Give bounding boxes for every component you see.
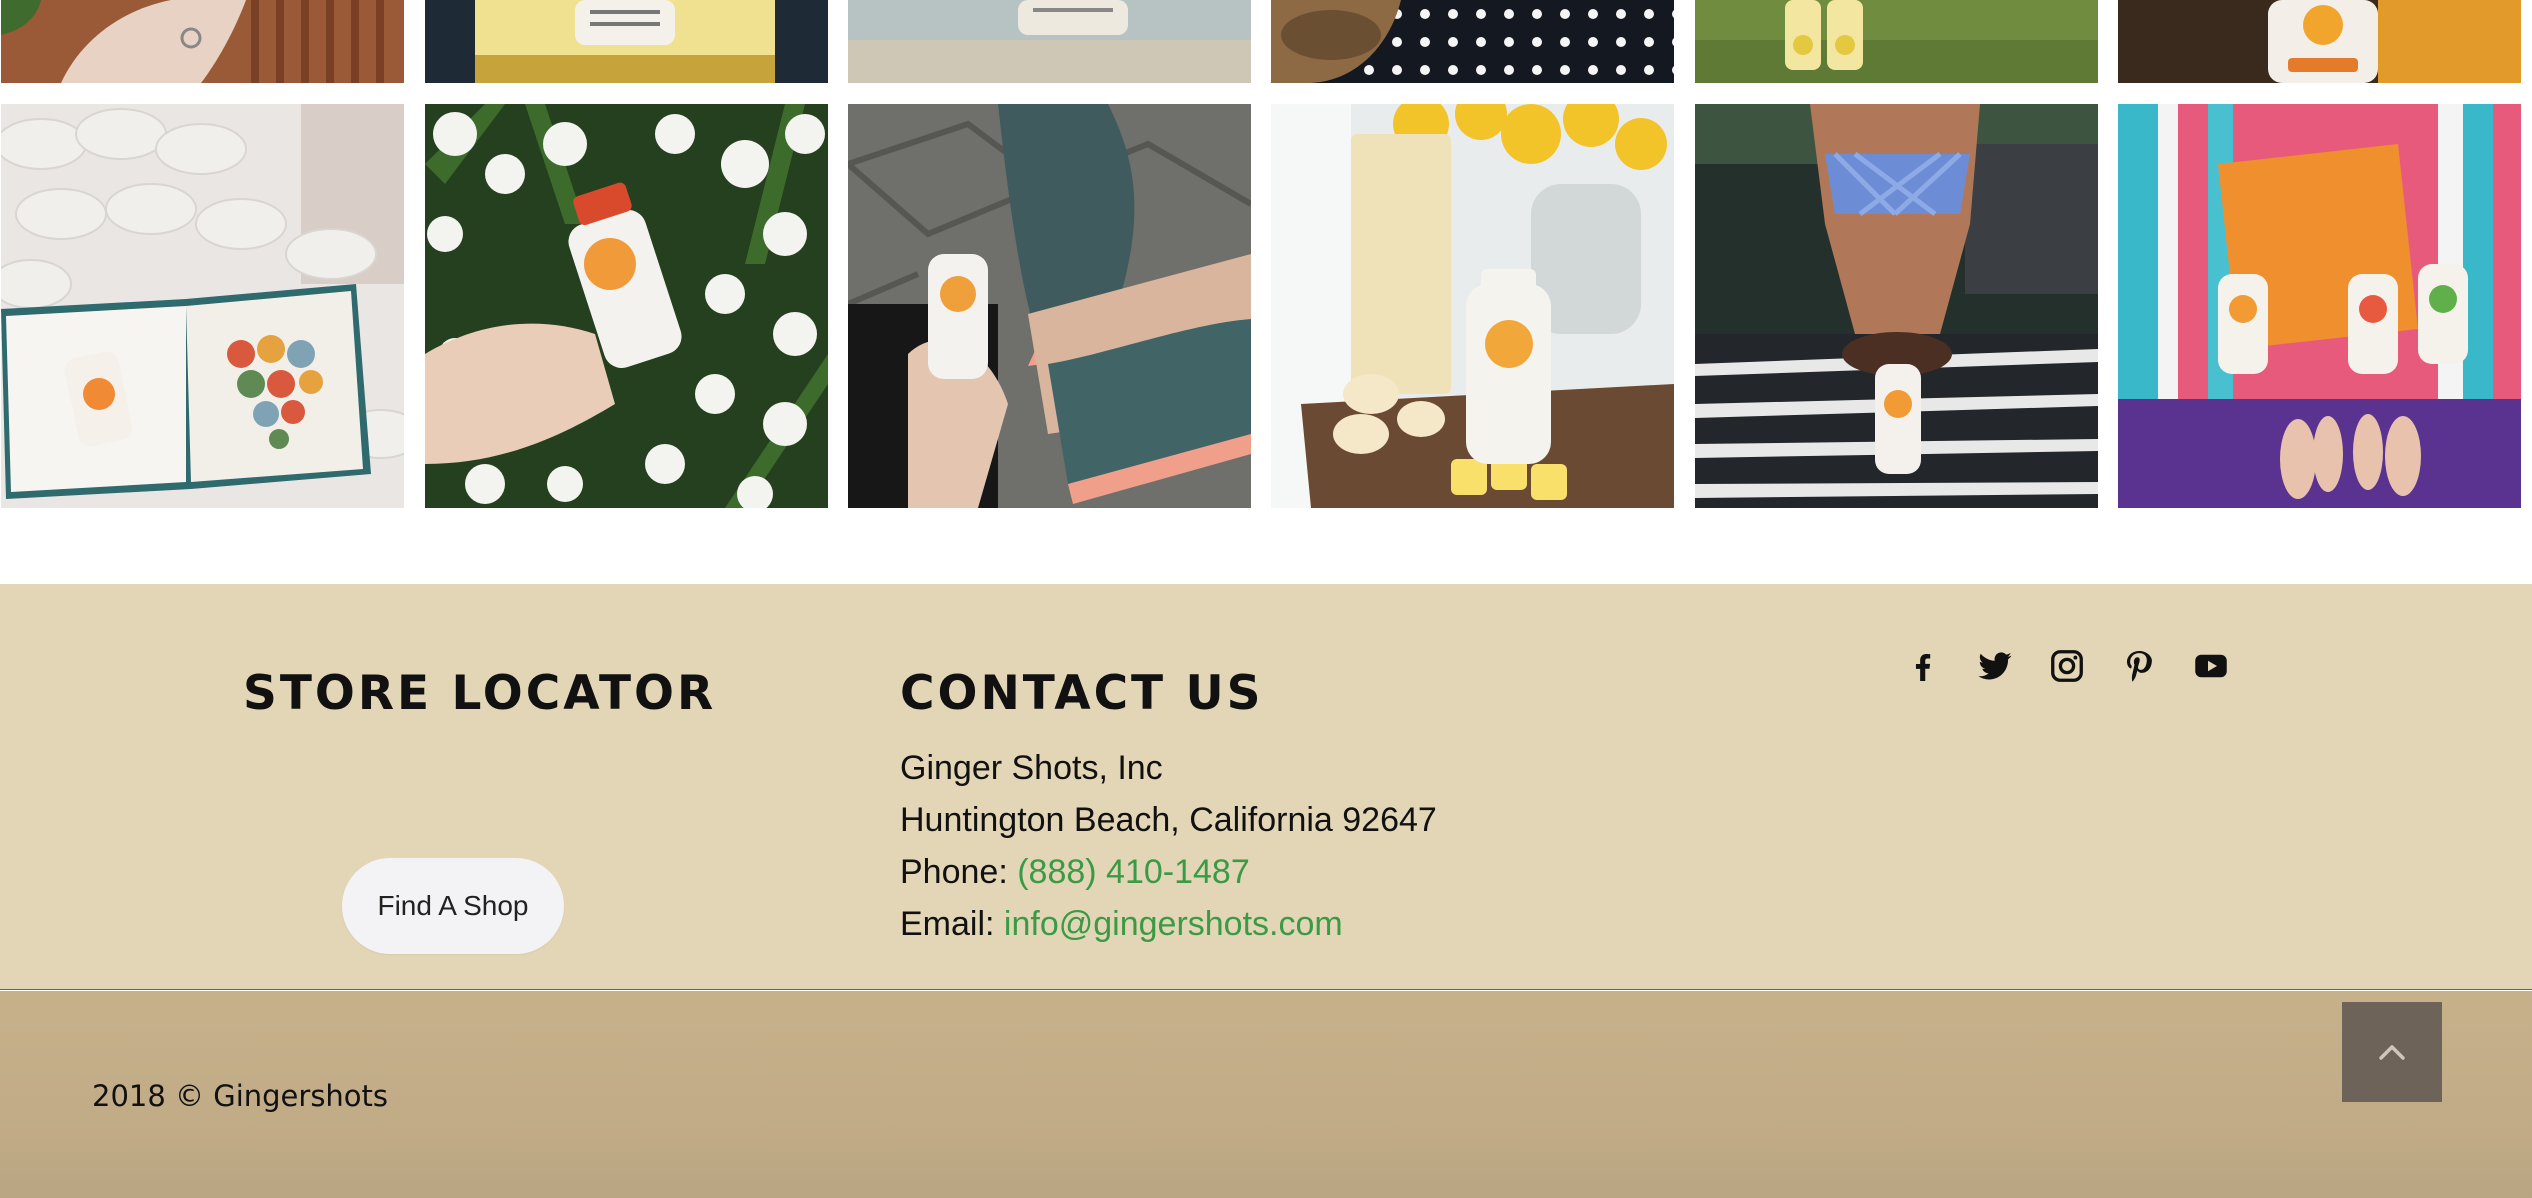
footer-bottom-bar: 2018 © Gingershots [0, 991, 2532, 1198]
email-label: Email: [900, 905, 995, 943]
instagram-gallery [0, 0, 2532, 584]
gallery-photo-book-heart-blanket[interactable] [1, 104, 404, 508]
copyright-text: 2018 © Gingershots [92, 1079, 389, 1113]
chevron-up-icon [2379, 1045, 2405, 1060]
gallery-photo-sneakers-bottle[interactable] [848, 104, 1251, 508]
social-links [1905, 648, 2229, 684]
find-a-shop-button[interactable]: Find A Shop [342, 858, 564, 954]
company-name: Ginger Shots, Inc [900, 749, 1163, 787]
back-to-top-button[interactable] [2342, 1002, 2442, 1102]
pinterest-icon[interactable] [2121, 648, 2157, 684]
gallery-photo-bottle-closeup[interactable] [2118, 0, 2521, 83]
gallery-photo-yoga-headstand-bottle[interactable] [1695, 104, 2098, 508]
twitter-icon[interactable] [1977, 648, 2013, 684]
gallery-photo-bottle-hyacinth-flowers[interactable] [425, 104, 828, 508]
gallery-photo-polka-dot-shoes[interactable] [1271, 0, 1674, 83]
contact-section: CONTACT US Ginger Shots, Inc Huntington … [900, 664, 1600, 950]
facebook-icon[interactable] [1905, 648, 1941, 684]
gallery-photo-bottles-on-grass[interactable] [1695, 0, 2098, 83]
email-link[interactable]: info@gingershots.com [1004, 905, 1343, 943]
phone-line: Phone: (888) 410-1487 [900, 846, 1600, 898]
store-locator-heading: STORE LOCATOR [243, 666, 717, 721]
gallery-photo-pineapple-bottle[interactable] [425, 0, 828, 83]
gallery-photo-smoothie-banana-bottle[interactable] [1271, 104, 1674, 508]
phone-link[interactable]: (888) 410-1487 [1017, 853, 1250, 891]
gallery-photo-yoga-mat-bottles[interactable] [2118, 104, 2521, 508]
company-address: Huntington Beach, California 92647 [900, 801, 1437, 839]
email-line: Email: info@gingershots.com [900, 898, 1600, 950]
youtube-icon[interactable] [2193, 648, 2229, 684]
instagram-icon[interactable] [2049, 648, 2085, 684]
contact-heading: CONTACT US [900, 666, 1264, 721]
footer-info-section: STORE LOCATOR Find A Shop CONTACT US Gin… [0, 584, 2532, 990]
store-locator-section: STORE LOCATOR Find A Shop [243, 664, 717, 954]
gallery-photo-beach-bottle[interactable] [848, 0, 1251, 83]
phone-label: Phone: [900, 853, 1008, 891]
gallery-photo-hand-with-ring[interactable] [1, 0, 404, 83]
